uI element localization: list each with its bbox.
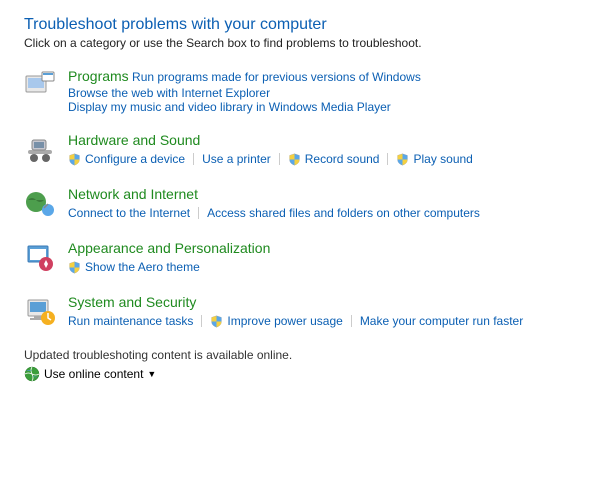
page-title: Troubleshoot problems with your computer [24,16,570,34]
separator [198,207,199,219]
troubleshoot-link[interactable]: Make your computer run faster [360,312,523,330]
category-network: Network and Internet Connect to the Inte… [24,186,570,222]
troubleshoot-link[interactable]: Use a printer [202,150,271,168]
category-title[interactable]: Network and Internet [68,186,198,202]
separator [351,315,352,327]
troubleshoot-link[interactable]: Improve power usage [227,312,342,330]
shield-icon [210,315,223,328]
category-title[interactable]: Hardware and Sound [68,132,200,148]
shield-icon [396,153,409,166]
category-title[interactable]: System and Security [68,294,196,310]
shield-icon [68,153,81,166]
troubleshoot-link[interactable]: Record sound [305,150,380,168]
page-subtitle: Click on a category or use the Search bo… [24,36,570,50]
globe-icon [24,366,40,382]
separator [279,153,280,165]
online-content-dropdown[interactable]: Use online content ▼ [24,366,570,382]
separator [201,315,202,327]
troubleshoot-link[interactable]: Run programs made for previous versions … [132,70,421,84]
troubleshoot-link[interactable]: Play sound [413,150,472,168]
troubleshoot-link[interactable]: Configure a device [85,150,185,168]
troubleshoot-link[interactable]: Display my music and video library in Wi… [68,100,391,114]
system-icon [24,296,56,328]
category-appearance: Appearance and Personalization Show the … [24,240,570,276]
dropdown-label: Use online content [44,367,143,381]
hardware-icon [24,134,56,166]
troubleshoot-link[interactable]: Show the Aero theme [85,258,200,276]
footer-status: Updated troubleshoting content is availa… [24,348,570,362]
category-title[interactable]: Appearance and Personalization [68,240,270,256]
footer: Updated troubleshoting content is availa… [24,348,570,382]
chevron-down-icon: ▼ [147,369,156,379]
troubleshoot-link[interactable]: Run maintenance tasks [68,312,193,330]
shield-icon [68,261,81,274]
network-icon [24,188,56,220]
category-programs: Programs Run programs made for previous … [24,68,570,114]
appearance-icon [24,242,56,274]
troubleshoot-link[interactable]: Access shared files and folders on other… [207,204,480,222]
troubleshoot-link[interactable]: Browse the web with Internet Explorer [68,86,270,100]
category-system: System and Security Run maintenance task… [24,294,570,330]
separator [193,153,194,165]
category-title[interactable]: Programs [68,68,129,84]
shield-icon [288,153,301,166]
programs-icon [24,70,56,102]
troubleshoot-link[interactable]: Connect to the Internet [68,204,190,222]
separator [387,153,388,165]
category-hardware: Hardware and Sound Configure a device Use… [24,132,570,168]
